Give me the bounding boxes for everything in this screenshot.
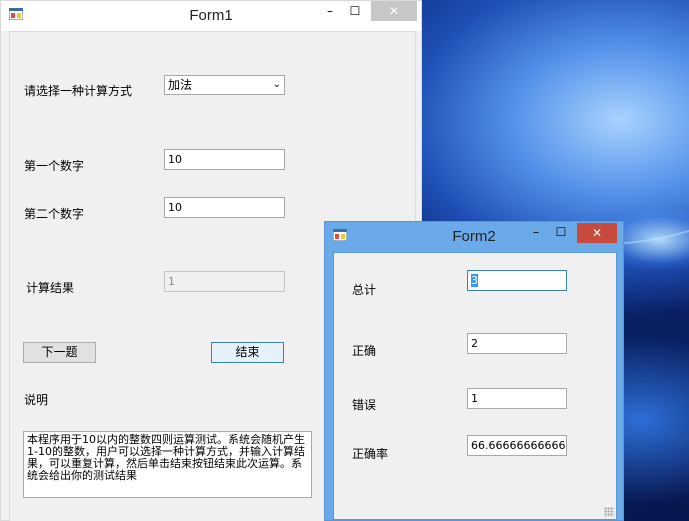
wrong-input[interactable]: 1 — [467, 388, 567, 409]
description-textarea[interactable]: 本程序用于10以内的整数四则运算测试。系统会随机产生1-10的整数，用户可以选择… — [23, 431, 312, 498]
next-question-button[interactable]: 下一题 — [23, 342, 96, 363]
resize-grip-icon[interactable] — [604, 507, 614, 517]
accuracy-label: 正确率 — [352, 447, 389, 461]
maximize-icon[interactable]: ☐ — [343, 1, 367, 21]
minimize-icon[interactable]: – — [525, 222, 547, 242]
first-number-input[interactable]: 10 — [164, 149, 285, 170]
form2-titlebar[interactable]: Form2 – ☐ ✕ — [325, 222, 623, 250]
result-input[interactable]: 1 — [164, 271, 285, 292]
total-label: 总计 — [352, 283, 377, 297]
accuracy-input[interactable]: 66.6666666666667 — [467, 435, 567, 456]
first-number-label: 第一个数字 — [24, 159, 85, 173]
form2-client-area: 总计 3 正确 2 错误 1 正确率 66.6666666666667 — [333, 252, 617, 520]
correct-label: 正确 — [352, 344, 377, 358]
operation-select-value: 加法 — [168, 78, 193, 92]
total-input[interactable]: 3 — [467, 270, 567, 291]
close-icon[interactable]: ✕ — [577, 223, 617, 243]
form2-window: Form2 – ☐ ✕ 总计 3 正确 2 错误 1 正确率 66.666666… — [324, 221, 624, 521]
second-number-label: 第二个数字 — [24, 207, 85, 221]
end-button[interactable]: 结束 — [211, 342, 284, 363]
operation-label: 请选择一种计算方式 — [24, 84, 133, 98]
operation-select[interactable]: 加法 ⌄ — [164, 75, 285, 95]
description-label: 说明 — [24, 393, 49, 407]
minimize-icon[interactable]: – — [319, 1, 341, 21]
chevron-down-icon[interactable]: ⌄ — [273, 77, 281, 93]
total-value: 3 — [471, 274, 478, 287]
wrong-label: 错误 — [352, 398, 377, 412]
correct-input[interactable]: 2 — [467, 333, 567, 354]
result-label: 计算结果 — [26, 281, 75, 295]
second-number-input[interactable]: 10 — [164, 197, 285, 218]
form1-titlebar[interactable]: Form1 – ☐ ✕ — [1, 1, 421, 31]
maximize-icon[interactable]: ☐ — [549, 222, 573, 242]
close-icon[interactable]: ✕ — [371, 1, 417, 21]
